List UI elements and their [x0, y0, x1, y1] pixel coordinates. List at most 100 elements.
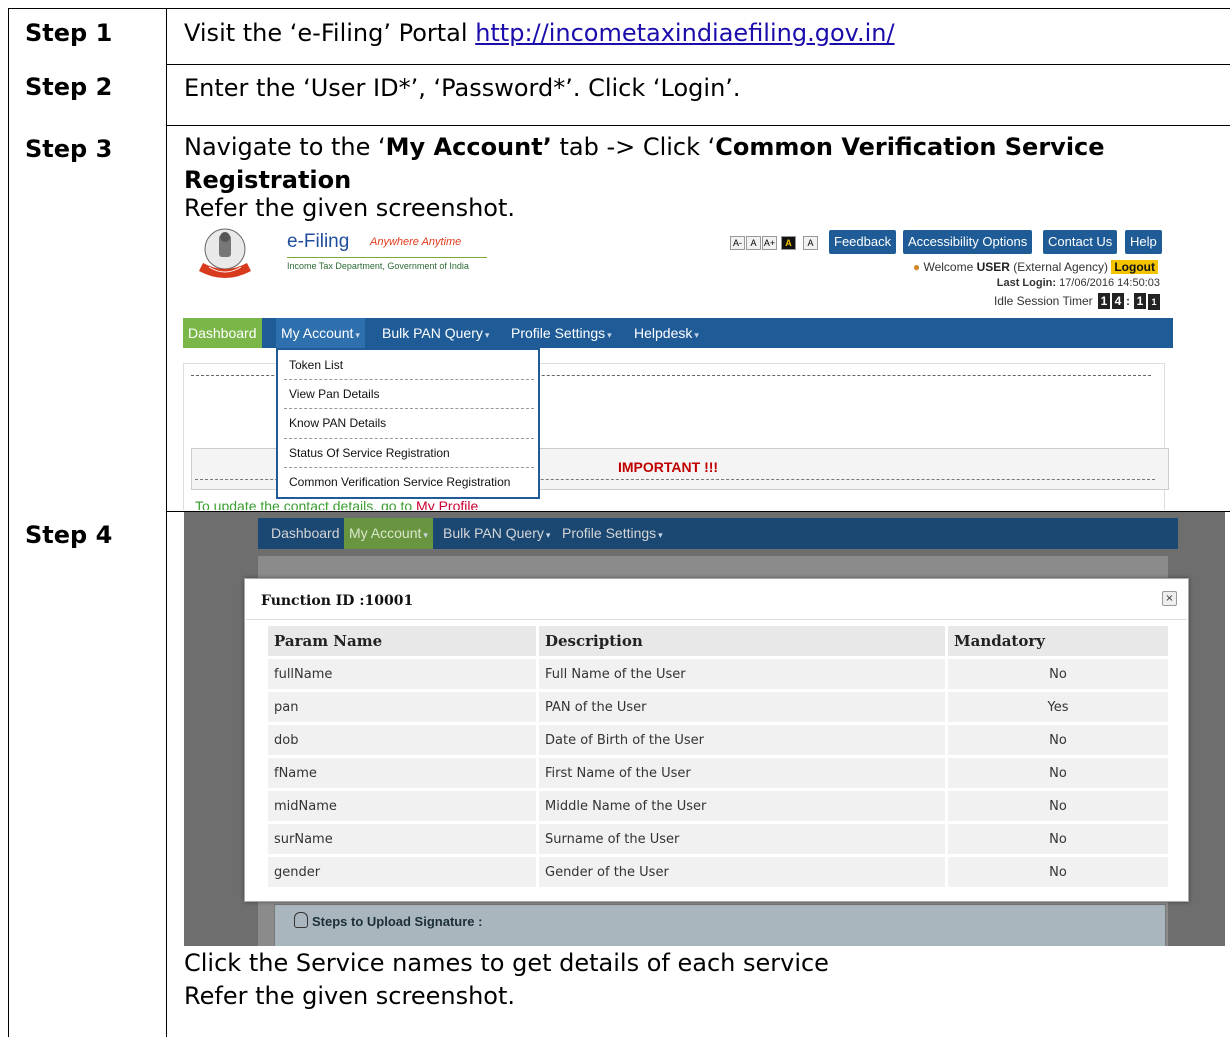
param-mandatory: No: [948, 857, 1168, 887]
table-row: pan PAN of the User Yes: [268, 692, 1168, 722]
param-name: gender: [268, 857, 536, 887]
step-content-cell: Visit the ‘e-Filing’ Portal http://incom…: [166, 9, 1230, 64]
nav-helpdesk[interactable]: Helpdesk ▾: [629, 318, 704, 348]
step-label: Step 3: [25, 135, 113, 163]
nav-profile-settings[interactable]: Profile Settings ▾: [506, 318, 617, 348]
font-size-decrease-button[interactable]: A-: [730, 236, 745, 250]
menu-item-know-pan-details[interactable]: Know PAN Details: [289, 409, 386, 437]
help-button[interactable]: Help: [1125, 230, 1162, 254]
close-icon[interactable]: ×: [1162, 591, 1177, 606]
step-label-cell: Step 1: [9, 9, 166, 64]
param-name: pan: [268, 692, 536, 722]
accessibility-options-button[interactable]: Accessibility Options: [903, 230, 1033, 254]
divider: [246, 619, 1187, 620]
welcome-text: ● Welcome USER (External Agency) Logout: [913, 260, 1158, 274]
main-nav: Dashboard My Account ▾ Bulk PAN Query ▾ Pr…: [183, 318, 1173, 348]
step-text: Visit the ‘e-Filing’ Portal http://incom…: [184, 19, 895, 47]
menu-item-view-pan-details[interactable]: View Pan Details: [289, 380, 380, 408]
emblem-logo-icon: [199, 228, 251, 278]
nav-profile-settings[interactable]: Profile Settings ▾: [557, 518, 668, 549]
column-header-param-name: Param Name: [268, 626, 536, 656]
function-details-modal: Function ID :10001 × Param Name Descript…: [244, 578, 1189, 902]
last-login: Last Login: 17/06/2016 14:50:03: [996, 277, 1160, 289]
department-name: Income Tax Department, Government of Ind…: [287, 261, 469, 271]
high-contrast-button[interactable]: A: [781, 236, 796, 250]
nav-bulk-pan-query[interactable]: Bulk PAN Query ▾: [377, 318, 494, 348]
menu-item-common-verification-service-registration[interactable]: Common Verification Service Registration: [289, 468, 510, 496]
step-content-cell: Enter the ‘User ID*’, ‘Password*’. Click…: [166, 63, 1230, 125]
param-mandatory: No: [948, 725, 1168, 755]
column-header-description: Description: [539, 626, 945, 656]
modal-title: Function ID :10001: [261, 593, 414, 609]
table-row: dob Date of Birth of the User No: [268, 725, 1168, 755]
param-mandatory: No: [948, 791, 1168, 821]
idle-session-timer: Idle Session Timer 14:11: [994, 293, 1160, 310]
step-label: Step 1: [25, 19, 113, 47]
step-label-cell: Step 4: [9, 511, 166, 1037]
lightbulb-icon: [294, 912, 308, 928]
nav-bulk-pan-query[interactable]: Bulk PAN Query ▾: [438, 518, 555, 549]
step-label-cell: Step 2: [9, 63, 166, 125]
step-row-1: Step 1 Visit the ‘e-Filing’ Portal http:…: [9, 8, 1230, 65]
my-profile-link[interactable]: My Profile: [416, 498, 478, 510]
column-header-mandatory: Mandatory: [948, 626, 1168, 656]
param-description: PAN of the User: [539, 692, 945, 722]
user-icon: ●: [912, 260, 921, 274]
step-label: Step 2: [25, 73, 113, 101]
efiling-brand: e-Filing: [287, 231, 350, 252]
my-account-dropdown: Token List View Pan Details Know PAN Det…: [276, 348, 540, 499]
nav-dashboard[interactable]: Dashboard: [266, 518, 345, 549]
menu-item-status-of-service-registration[interactable]: Status Of Service Registration: [289, 439, 450, 467]
step-3-refer: Refer the given screenshot.: [184, 194, 516, 222]
step-3-line-2: Registration: [184, 166, 352, 194]
param-description: Full Name of the User: [539, 659, 945, 689]
table-row: gender Gender of the User No: [268, 857, 1168, 887]
step-2-text: Enter the ‘User ID*’, ‘Password*’. Click…: [184, 74, 741, 102]
efiling-tagline: Anywhere Anytime: [370, 236, 462, 248]
param-description: First Name of the User: [539, 758, 945, 788]
nav-my-account[interactable]: My Account ▾: [344, 518, 433, 549]
font-size-normal-button[interactable]: A: [746, 236, 761, 250]
step-row-2: Step 2 Enter the ‘User ID*’, ‘Password*’…: [9, 63, 1230, 126]
param-name: fullName: [268, 659, 536, 689]
table-row: fullName Full Name of the User No: [268, 659, 1168, 689]
step-3-line-1: Navigate to the ‘My Account’ tab -> Clic…: [184, 133, 1105, 161]
table-row: fName First Name of the User No: [268, 758, 1168, 788]
param-mandatory: Yes: [948, 692, 1168, 722]
step-label: Step 4: [25, 521, 113, 549]
font-size-increase-button[interactable]: A+: [762, 236, 777, 250]
contact-us-button[interactable]: Contact Us: [1043, 230, 1118, 254]
important-heading: IMPORTANT !!!: [618, 459, 719, 475]
params-table: Param Name Description Mandatory fullNam…: [265, 623, 1171, 890]
normal-contrast-button[interactable]: A: [803, 236, 818, 250]
logout-button[interactable]: Logout: [1111, 260, 1158, 274]
efiling-portal-link[interactable]: http://incometaxindiaefiling.gov.in/: [475, 19, 894, 47]
param-description: Surname of the User: [539, 824, 945, 854]
nav-dashboard[interactable]: Dashboard: [183, 318, 262, 348]
screenshot-function-details: Dashboard My Account ▾ Bulk PAN Query ▾ Pr…: [184, 512, 1225, 946]
signature-steps-title: Steps to Upload Signature :: [312, 914, 483, 929]
param-mandatory: No: [948, 758, 1168, 788]
param-description: Gender of the User: [539, 857, 945, 887]
param-name: surName: [268, 824, 536, 854]
feedback-button[interactable]: Feedback: [829, 230, 897, 254]
step-4-line-2: Refer the given screenshot.: [184, 982, 516, 1010]
main-nav: Dashboard My Account ▾ Bulk PAN Query ▾ Pr…: [258, 518, 1178, 549]
screenshot-my-account-menu: e-Filing Anywhere Anytime Income Tax Dep…: [173, 223, 1173, 510]
param-description: Middle Name of the User: [539, 791, 945, 821]
menu-item-token-list[interactable]: Token List: [289, 351, 343, 379]
param-mandatory: No: [948, 659, 1168, 689]
param-description: Date of Birth of the User: [539, 725, 945, 755]
param-mandatory: No: [948, 824, 1168, 854]
step-1-text: Visit the ‘e-Filing’ Portal: [184, 19, 476, 47]
param-name: dob: [268, 725, 536, 755]
nav-my-account[interactable]: My Account ▾: [276, 318, 365, 348]
update-contact-text: To update the contact details, go to My …: [195, 498, 478, 510]
brand-underline: [287, 257, 487, 258]
param-name: midName: [268, 791, 536, 821]
table-row: midName Middle Name of the User No: [268, 791, 1168, 821]
table-header-row: Param Name Description Mandatory: [268, 626, 1168, 656]
param-name: fName: [268, 758, 536, 788]
table-row: surName Surname of the User No: [268, 824, 1168, 854]
step-4-line-1: Click the Service names to get details o…: [184, 949, 829, 977]
